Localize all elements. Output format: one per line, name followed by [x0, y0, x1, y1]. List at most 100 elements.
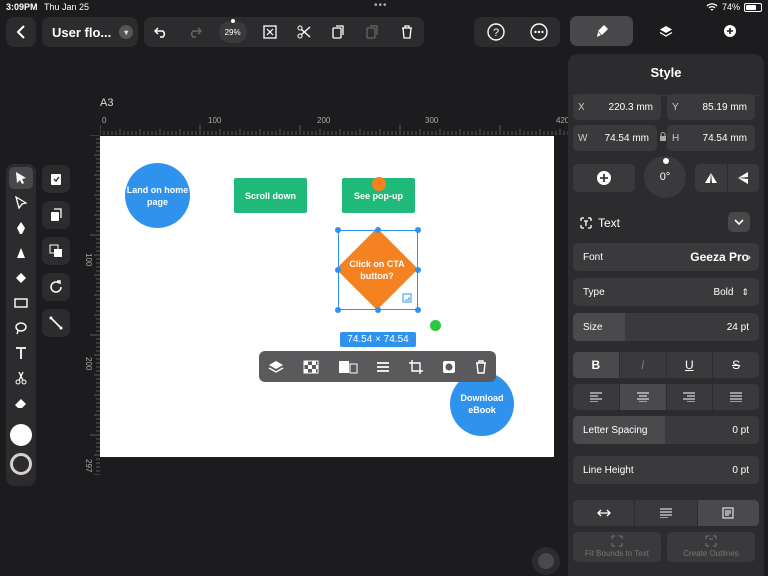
strikethrough-button[interactable]: S [713, 352, 759, 378]
tab-layers[interactable] [634, 16, 697, 46]
create-outlines-button[interactable]: Create Outlines [667, 532, 755, 562]
context-toolbar [259, 351, 496, 382]
line-button[interactable] [42, 309, 70, 337]
cut-button[interactable] [293, 21, 315, 43]
align-right-button[interactable] [667, 384, 714, 410]
battery-fill [746, 4, 757, 10]
artboard-canvas[interactable]: Land on home page Scroll down See pop-up… [100, 136, 554, 457]
text-tool[interactable] [9, 342, 33, 364]
trash-icon [401, 25, 412, 39]
align-justify-button[interactable] [713, 384, 759, 410]
italic-button[interactable]: I [620, 352, 667, 378]
node-scroll-down[interactable]: Scroll down [234, 178, 307, 213]
hruler-label-200: 200 [317, 116, 331, 125]
resize-handle-bl[interactable] [335, 307, 341, 313]
multitask-dots-icon[interactable]: ••• [374, 0, 388, 11]
trash-icon[interactable] [475, 359, 487, 374]
flip-vertical-button[interactable] [695, 164, 728, 192]
x-value: 220.3 mm [608, 101, 653, 113]
clipboard-button[interactable] [42, 165, 70, 193]
duplicate-button[interactable] [42, 201, 70, 229]
line-height-slider[interactable]: Line Height 0 pt [573, 456, 759, 484]
checkerboard-icon[interactable] [303, 360, 319, 374]
tab-style[interactable] [570, 16, 633, 46]
letter-spacing-slider[interactable]: Letter Spacing 0 pt [573, 416, 759, 444]
resize-handle-l[interactable] [335, 267, 341, 273]
y-field[interactable]: Y 85.19 mm [667, 94, 755, 120]
pattern-button[interactable] [42, 237, 70, 265]
type-row[interactable]: Type Bold ⇕ [573, 278, 759, 306]
flip-horizontal-button[interactable] [728, 164, 760, 192]
fit-screen-icon [263, 25, 277, 39]
document-title-button[interactable]: User flo... ▾ [42, 17, 138, 47]
lasso-tool[interactable] [9, 317, 33, 339]
line-height-value: 0 pt [732, 464, 749, 476]
underline-button[interactable]: U [667, 352, 714, 378]
align-icon[interactable] [376, 360, 390, 374]
resize-handle-b[interactable] [375, 307, 381, 313]
paste-button[interactable] [362, 21, 384, 43]
pen-tool[interactable] [9, 217, 33, 239]
rectangle-tool[interactable] [9, 292, 33, 314]
rotate-button[interactable] [42, 273, 70, 301]
rotate-icon [50, 280, 62, 293]
mask-icon[interactable] [442, 360, 456, 374]
arrange-icon[interactable] [338, 360, 358, 374]
resize-handle-br[interactable] [415, 307, 421, 313]
more-icon[interactable] [529, 23, 548, 41]
direct-select-tool[interactable] [9, 192, 33, 214]
resize-handle-t[interactable] [375, 227, 381, 233]
align-left-button[interactable] [573, 384, 620, 410]
fixed-size-button[interactable] [697, 500, 759, 526]
redo-button[interactable] [184, 21, 206, 43]
delete-button[interactable] [396, 21, 418, 43]
rotation-knob[interactable] [663, 158, 669, 164]
zoom-button[interactable]: 29% [218, 19, 247, 43]
help-icon[interactable]: ? [486, 23, 505, 41]
select-tool[interactable] [9, 167, 33, 189]
collapse-text-button[interactable] [728, 212, 750, 232]
hruler-label-100: 100 [208, 116, 222, 125]
pattern-icon [49, 244, 62, 257]
h-field[interactable]: H 74.54 mm [667, 125, 755, 151]
resize-handle-r[interactable] [415, 267, 421, 273]
flip-horizontal-icon [738, 172, 749, 184]
connection-point[interactable] [372, 177, 386, 191]
resize-handle-tl[interactable] [335, 227, 341, 233]
lines-icon [659, 508, 672, 518]
fit-bounds-label: Fit Bounds to Text [585, 549, 649, 558]
copy-button[interactable] [327, 21, 349, 43]
stroke-color-swatch[interactable] [9, 451, 33, 477]
flip-control [695, 164, 759, 192]
assistive-touch-button[interactable] [532, 547, 560, 575]
fill-color-swatch[interactable] [9, 422, 33, 448]
crop-icon[interactable] [409, 359, 424, 374]
fill-tool[interactable] [9, 267, 33, 289]
paste-icon [366, 25, 378, 39]
bold-button[interactable]: B [573, 352, 620, 378]
resize-handle-tr[interactable] [415, 227, 421, 233]
brush-tool[interactable] [9, 242, 33, 264]
battery-percent: 74% [721, 2, 740, 12]
x-field[interactable]: X 220.3 mm [573, 94, 661, 120]
align-center-button[interactable] [619, 384, 667, 410]
back-button[interactable] [6, 17, 36, 47]
undo-button[interactable] [150, 21, 172, 43]
fit-bounds-button[interactable]: Fit Bounds to Text [573, 532, 661, 562]
eraser-tool[interactable] [9, 392, 33, 414]
size-slider[interactable]: Size 24 pt [573, 313, 759, 341]
node-land-on-home-page[interactable]: Land on home page [125, 163, 190, 228]
w-field[interactable]: W 74.54 mm [573, 125, 657, 151]
hruler-label-0: 0 [102, 116, 107, 125]
rotate-handle[interactable] [430, 320, 441, 331]
layers-icon[interactable] [268, 360, 284, 374]
add-anchor-button[interactable] [573, 164, 635, 192]
create-outlines-label: Create Outlines [683, 549, 739, 558]
scissors-tool[interactable] [9, 367, 33, 389]
auto-height-button[interactable] [635, 500, 698, 526]
lock-icon[interactable] [659, 132, 667, 142]
font-row[interactable]: Font Geeza Pro › [573, 243, 759, 271]
fit-to-screen-button[interactable] [259, 21, 281, 43]
auto-width-button[interactable] [573, 500, 636, 526]
tab-add[interactable] [698, 16, 761, 46]
